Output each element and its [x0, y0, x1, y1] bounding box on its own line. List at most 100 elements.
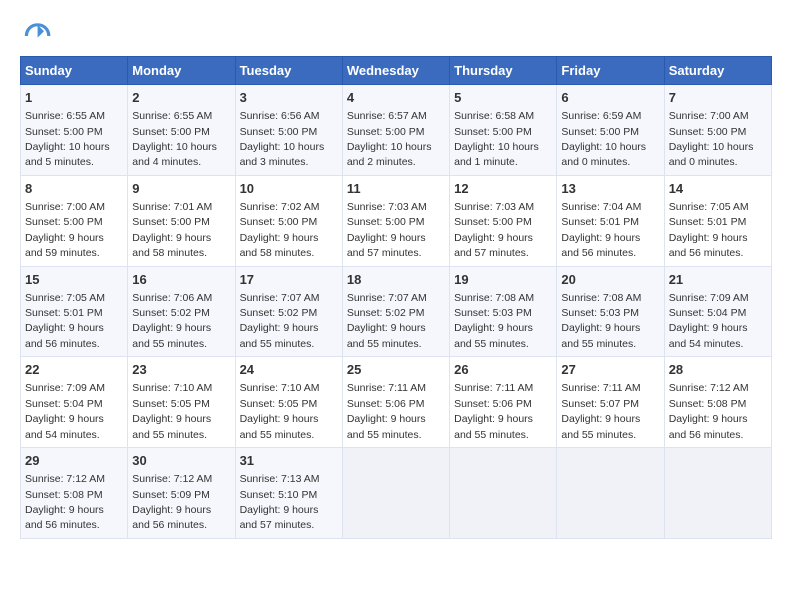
calendar-week-row: 29 Sunrise: 7:12 AMSunset: 5:08 PMDayligh… [21, 448, 772, 539]
day-number: 27 [561, 361, 659, 379]
cell-info: Sunrise: 7:01 AMSunset: 5:00 PMDaylight:… [132, 201, 212, 259]
calendar-cell: 30 Sunrise: 7:12 AMSunset: 5:09 PMDayligh… [128, 448, 235, 539]
day-number: 19 [454, 271, 552, 289]
weekday-header: Thursday [450, 57, 557, 85]
logo [20, 20, 58, 52]
calendar-cell [342, 448, 449, 539]
calendar-cell: 7 Sunrise: 7:00 AMSunset: 5:00 PMDaylight… [664, 85, 771, 176]
day-number: 21 [669, 271, 767, 289]
calendar-cell: 9Sunrise: 7:01 AMSunset: 5:00 PMDaylight… [128, 175, 235, 266]
cell-info: Sunrise: 7:10 AMSunset: 5:05 PMDaylight:… [132, 382, 212, 440]
calendar-cell: 16 Sunrise: 7:06 AMSunset: 5:02 PMDayligh… [128, 266, 235, 357]
day-number: 7 [669, 89, 767, 107]
calendar-cell: 23Sunrise: 7:10 AMSunset: 5:05 PMDayligh… [128, 357, 235, 448]
calendar-cell [664, 448, 771, 539]
calendar-cell: 21 Sunrise: 7:09 AMSunset: 5:04 PMDayligh… [664, 266, 771, 357]
calendar-week-row: 15 Sunrise: 7:05 AMSunset: 5:01 PMDayligh… [21, 266, 772, 357]
cell-info: Sunrise: 7:05 AMSunset: 5:01 PMDaylight:… [25, 292, 105, 350]
cell-info: Sunrise: 7:05 AMSunset: 5:01 PMDaylight:… [669, 201, 749, 259]
calendar-cell: 8 Sunrise: 7:00 AMSunset: 5:00 PMDaylight… [21, 175, 128, 266]
cell-info: Sunrise: 7:04 AMSunset: 5:01 PMDaylight:… [561, 201, 641, 259]
calendar-week-row: 8 Sunrise: 7:00 AMSunset: 5:00 PMDaylight… [21, 175, 772, 266]
calendar-cell: 1 Sunrise: 6:55 AMSunset: 5:00 PMDaylight… [21, 85, 128, 176]
calendar-cell: 11 Sunrise: 7:03 AMSunset: 5:00 PMDayligh… [342, 175, 449, 266]
cell-info: Sunrise: 7:08 AMSunset: 5:03 PMDaylight:… [561, 292, 641, 350]
calendar-cell: 12 Sunrise: 7:03 AMSunset: 5:00 PMDayligh… [450, 175, 557, 266]
cell-info: Sunrise: 7:11 AMSunset: 5:06 PMDaylight:… [454, 382, 533, 440]
day-number: 12 [454, 180, 552, 198]
weekday-header: Monday [128, 57, 235, 85]
weekday-header: Friday [557, 57, 664, 85]
calendar-cell: 28 Sunrise: 7:12 AMSunset: 5:08 PMDayligh… [664, 357, 771, 448]
day-number: 16 [132, 271, 230, 289]
calendar-cell: 29 Sunrise: 7:12 AMSunset: 5:08 PMDayligh… [21, 448, 128, 539]
cell-info: Sunrise: 7:12 AMSunset: 5:08 PMDaylight:… [669, 382, 749, 440]
cell-info: Sunrise: 7:00 AMSunset: 5:00 PMDaylight:… [669, 110, 754, 168]
calendar-cell: 27 Sunrise: 7:11 AMSunset: 5:07 PMDayligh… [557, 357, 664, 448]
calendar-cell: 5Sunrise: 6:58 AMSunset: 5:00 PMDaylight… [450, 85, 557, 176]
day-number: 17 [240, 271, 338, 289]
calendar-cell: 25Sunrise: 7:11 AMSunset: 5:06 PMDayligh… [342, 357, 449, 448]
day-number: 14 [669, 180, 767, 198]
cell-info: Sunrise: 7:12 AMSunset: 5:09 PMDaylight:… [132, 473, 212, 531]
day-number: 31 [240, 452, 338, 470]
weekday-header-row: SundayMondayTuesdayWednesdayThursdayFrid… [21, 57, 772, 85]
day-number: 4 [347, 89, 445, 107]
day-number: 26 [454, 361, 552, 379]
cell-info: Sunrise: 7:06 AMSunset: 5:02 PMDaylight:… [132, 292, 212, 350]
day-number: 15 [25, 271, 123, 289]
calendar-cell: 13Sunrise: 7:04 AMSunset: 5:01 PMDayligh… [557, 175, 664, 266]
day-number: 18 [347, 271, 445, 289]
weekday-header: Tuesday [235, 57, 342, 85]
calendar-cell: 17 Sunrise: 7:07 AMSunset: 5:02 PMDayligh… [235, 266, 342, 357]
cell-info: Sunrise: 6:57 AMSunset: 5:00 PMDaylight:… [347, 110, 432, 168]
day-number: 8 [25, 180, 123, 198]
day-number: 1 [25, 89, 123, 107]
cell-info: Sunrise: 6:55 AMSunset: 5:00 PMDaylight:… [25, 110, 110, 168]
cell-info: Sunrise: 6:59 AMSunset: 5:00 PMDaylight:… [561, 110, 646, 168]
cell-info: Sunrise: 7:07 AMSunset: 5:02 PMDaylight:… [240, 292, 320, 350]
calendar-table: SundayMondayTuesdayWednesdayThursdayFrid… [20, 56, 772, 539]
day-number: 10 [240, 180, 338, 198]
weekday-header: Sunday [21, 57, 128, 85]
day-number: 25 [347, 361, 445, 379]
calendar-cell: 3Sunrise: 6:56 AMSunset: 5:00 PMDaylight… [235, 85, 342, 176]
calendar-cell [450, 448, 557, 539]
cell-info: Sunrise: 7:02 AMSunset: 5:00 PMDaylight:… [240, 201, 320, 259]
calendar-cell: 4 Sunrise: 6:57 AMSunset: 5:00 PMDaylight… [342, 85, 449, 176]
cell-info: Sunrise: 7:12 AMSunset: 5:08 PMDaylight:… [25, 473, 105, 531]
cell-info: Sunrise: 7:00 AMSunset: 5:00 PMDaylight:… [25, 201, 105, 259]
cell-info: Sunrise: 7:10 AMSunset: 5:05 PMDaylight:… [240, 382, 320, 440]
cell-info: Sunrise: 7:11 AMSunset: 5:07 PMDaylight:… [561, 382, 640, 440]
day-number: 30 [132, 452, 230, 470]
calendar-cell: 19 Sunrise: 7:08 AMSunset: 5:03 PMDayligh… [450, 266, 557, 357]
calendar-cell: 18 Sunrise: 7:07 AMSunset: 5:02 PMDayligh… [342, 266, 449, 357]
cell-info: Sunrise: 6:55 AMSunset: 5:00 PMDaylight:… [132, 110, 217, 168]
cell-info: Sunrise: 7:07 AMSunset: 5:02 PMDaylight:… [347, 292, 427, 350]
day-number: 28 [669, 361, 767, 379]
calendar-cell: 20 Sunrise: 7:08 AMSunset: 5:03 PMDayligh… [557, 266, 664, 357]
cell-info: Sunrise: 7:03 AMSunset: 5:00 PMDaylight:… [347, 201, 427, 259]
cell-info: Sunrise: 7:08 AMSunset: 5:03 PMDaylight:… [454, 292, 534, 350]
calendar-cell [557, 448, 664, 539]
logo-icon [20, 20, 52, 52]
day-number: 3 [240, 89, 338, 107]
calendar-cell: 2Sunrise: 6:55 AMSunset: 5:00 PMDaylight… [128, 85, 235, 176]
calendar-cell: 24Sunrise: 7:10 AMSunset: 5:05 PMDayligh… [235, 357, 342, 448]
calendar-cell: 31 Sunrise: 7:13 AMSunset: 5:10 PMDayligh… [235, 448, 342, 539]
day-number: 20 [561, 271, 659, 289]
calendar-cell: 26 Sunrise: 7:11 AMSunset: 5:06 PMDayligh… [450, 357, 557, 448]
calendar-week-row: 22Sunrise: 7:09 AMSunset: 5:04 PMDayligh… [21, 357, 772, 448]
day-number: 6 [561, 89, 659, 107]
cell-info: Sunrise: 7:13 AMSunset: 5:10 PMDaylight:… [240, 473, 320, 531]
calendar-cell: 15 Sunrise: 7:05 AMSunset: 5:01 PMDayligh… [21, 266, 128, 357]
day-number: 29 [25, 452, 123, 470]
day-number: 11 [347, 180, 445, 198]
day-number: 5 [454, 89, 552, 107]
calendar-cell: 14 Sunrise: 7:05 AMSunset: 5:01 PMDayligh… [664, 175, 771, 266]
cell-info: Sunrise: 7:09 AMSunset: 5:04 PMDaylight:… [669, 292, 749, 350]
page-header [20, 20, 772, 52]
cell-info: Sunrise: 7:03 AMSunset: 5:00 PMDaylight:… [454, 201, 534, 259]
weekday-header: Wednesday [342, 57, 449, 85]
weekday-header: Saturday [664, 57, 771, 85]
